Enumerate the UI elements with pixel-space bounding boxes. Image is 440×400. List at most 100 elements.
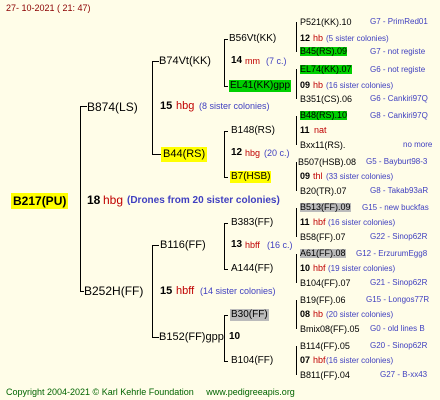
gen4-id[interactable]: B513(FF).09: [300, 203, 351, 212]
pedigree-chart: 27- 10-2021 ( 21: 47) B217(PU) 18 hbg (D…: [0, 0, 440, 400]
gen3-tag: hbf: [313, 355, 326, 365]
gen4-info: G15 - Longos77R: [366, 295, 430, 304]
connector: [80, 106, 81, 292]
root-num: 18: [87, 193, 101, 207]
connector: [224, 131, 225, 177]
root-note: (Drones from 20 sister colonies): [127, 195, 280, 206]
gen3-note: (16 sister colonies): [326, 356, 394, 365]
connector: [224, 131, 228, 132]
gen3-note: (33 sister colonies): [326, 172, 394, 181]
root-tag: hbg: [103, 193, 124, 207]
gen4-id[interactable]: B20(TR).07: [300, 187, 347, 196]
gen3-id[interactable]: A144(FF): [231, 264, 273, 274]
gen3-num: 11: [300, 125, 310, 135]
gen3-num: 12: [300, 33, 311, 43]
gen2-num: 10: [229, 331, 241, 342]
gen4-id[interactable]: B48(RS).10: [300, 111, 348, 120]
timestamp: 27- 10-2021 ( 21: 47): [6, 3, 91, 13]
gen4-id[interactable]: EL74(KK).07: [300, 65, 352, 74]
connector: [224, 39, 228, 40]
gen2-tag: hbff: [245, 240, 260, 250]
gen3-id[interactable]: B148(RS): [231, 126, 275, 136]
gen1-tag: hbg: [176, 100, 195, 112]
gen3-tag: hbf: [313, 263, 326, 273]
connector: [296, 22, 297, 52]
root-id[interactable]: B217(PU): [11, 193, 69, 209]
gen3-num: 08: [300, 309, 311, 319]
gen1-id[interactable]: B874(LS): [87, 101, 138, 113]
connector: [152, 337, 159, 338]
connector: [296, 254, 297, 283]
gen3-tag: nat: [314, 125, 327, 135]
gen4-id[interactable]: Bmix08(FF).05: [300, 325, 360, 334]
gen3-tag: hbf: [313, 217, 326, 227]
gen4-info: G7 - not registe: [370, 47, 426, 56]
gen4-id[interactable]: A61(FF).08: [300, 249, 346, 258]
connector: [296, 208, 297, 237]
gen3-id[interactable]: EL41(KK)gpp: [229, 80, 292, 92]
gen3-tag: thl: [313, 171, 323, 181]
gen4-id[interactable]: B351(CS).06: [300, 95, 352, 104]
gen2-id[interactable]: B116(FF): [160, 240, 206, 251]
connector: [152, 245, 159, 246]
gen2-id[interactable]: B152(FF)gpp: [159, 332, 224, 343]
gen4-id[interactable]: B58(FF).07: [300, 233, 346, 242]
gen4-info: G8 - Takab93aR: [370, 186, 429, 195]
connector: [296, 162, 297, 191]
gen3-num: 09: [300, 80, 311, 90]
gen3-note: (20 sister colonies): [326, 310, 394, 319]
connector: [224, 315, 228, 316]
copyright-text: Copyright 2004-2021 © Karl Kehrle Founda…: [6, 387, 194, 397]
gen2-num: 14: [231, 55, 243, 66]
gen3-num: 10: [300, 263, 311, 273]
gen4-info: G7 - PrimRed01: [370, 17, 428, 26]
gen3-note: (5 sister colonies): [326, 34, 389, 43]
gen3-note: (19 sister colonies): [328, 264, 396, 273]
gen4-info: G6 - not registe: [370, 65, 426, 74]
connector: [296, 69, 297, 99]
gen4-id[interactable]: B114(FF).05: [300, 342, 350, 351]
gen3-id[interactable]: B7(HSB): [230, 171, 272, 183]
connector: [224, 361, 228, 362]
gen3-tag: hb: [313, 309, 324, 319]
gen3-id[interactable]: B383(FF): [231, 218, 273, 228]
gen1-num: 15: [160, 100, 173, 112]
gen2-num: 13: [231, 239, 243, 250]
gen4-id[interactable]: B45(RS).09: [300, 47, 348, 56]
gen1-id[interactable]: B252H(FF): [84, 285, 143, 297]
gen4-id[interactable]: P521(KK).10: [300, 18, 352, 27]
gen4-id[interactable]: B811(FF).04: [300, 371, 350, 380]
connector: [152, 245, 153, 337]
gen2-note: (16 c.): [267, 240, 293, 250]
gen3-tag: hb: [313, 80, 324, 90]
gen2-id[interactable]: B74Vt(KK): [159, 56, 211, 67]
connector: [224, 39, 225, 86]
gen4-id[interactable]: B104(FF).07: [300, 279, 351, 288]
gen1-note: (8 sister colonies): [199, 101, 270, 111]
gen2-tag: mm: [245, 56, 260, 66]
gen2-id[interactable]: B44(RS): [161, 147, 208, 162]
gen3-note: (16 sister colonies): [326, 81, 394, 90]
connector: [152, 154, 161, 155]
gen4-info: G12 - ErzurumEgg8: [356, 249, 428, 258]
connector: [224, 269, 228, 270]
gen4-info: G6 - Cankiri97Q: [370, 94, 428, 103]
gen3-id[interactable]: B30(FF): [230, 309, 269, 321]
gen3-id[interactable]: B104(FF): [231, 356, 273, 366]
gen4-info: G22 - Sinop62R: [370, 232, 428, 241]
gen4-id[interactable]: Bxx11(RS).: [300, 141, 345, 150]
gen3-tag: hb: [313, 33, 324, 43]
gen2-num: 12: [231, 147, 243, 158]
connector: [152, 61, 159, 62]
gen4-id[interactable]: B19(FF).06: [300, 296, 346, 305]
gen3-num: 07: [300, 355, 311, 365]
gen2-tag: hbg: [245, 148, 261, 158]
gen1-note: (14 sister colonies): [200, 286, 276, 296]
gen3-id[interactable]: B56Vt(KK): [229, 34, 276, 44]
connector: [296, 346, 297, 375]
connector: [80, 106, 87, 107]
connector: [224, 223, 225, 269]
site-link[interactable]: www.pedigreeapis.org: [206, 387, 295, 397]
gen4-info: no more: [403, 140, 433, 149]
gen4-id[interactable]: B507(HSB).08: [298, 158, 356, 167]
